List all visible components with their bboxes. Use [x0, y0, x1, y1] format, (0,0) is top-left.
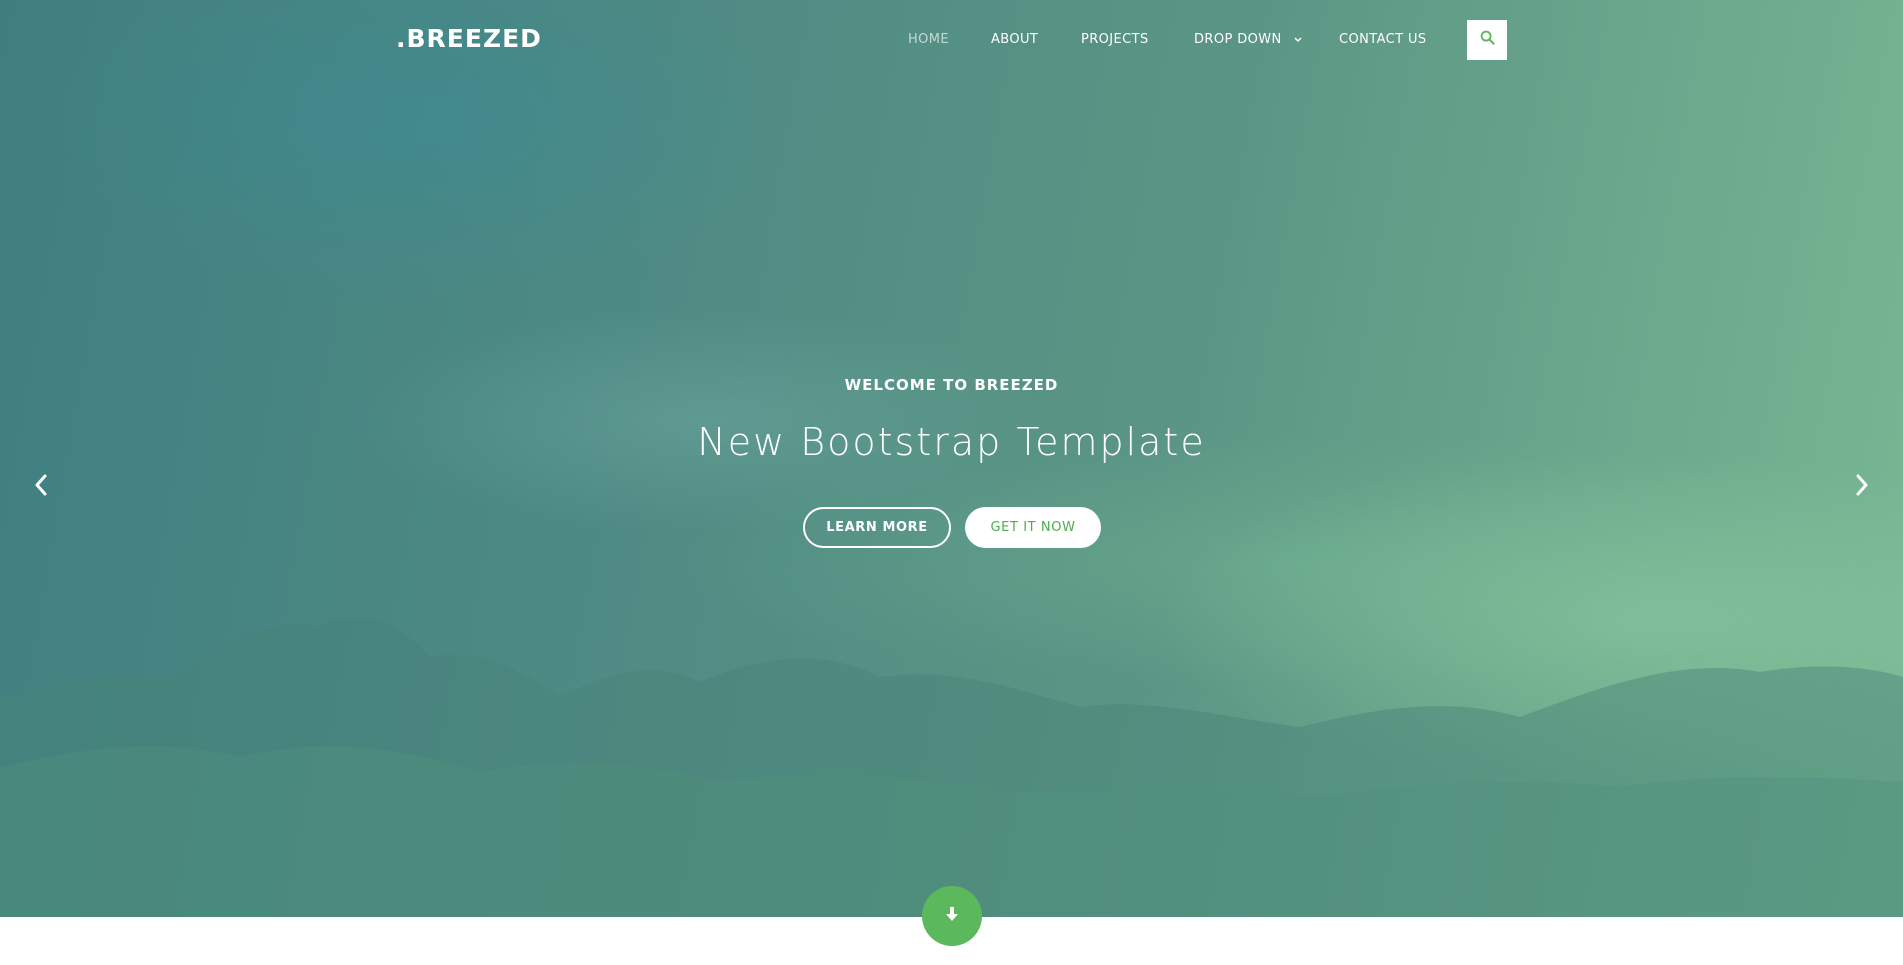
- scroll-down-button[interactable]: [922, 886, 982, 946]
- hero-eyebrow: WELCOME TO BREEZED: [844, 376, 1059, 394]
- chevron-left-icon: [34, 474, 48, 501]
- carousel-next-button[interactable]: [1847, 472, 1877, 502]
- nav-item-drop-down-label: DROP DOWN: [1194, 32, 1282, 47]
- learn-more-button[interactable]: LEARN MORE: [803, 507, 951, 548]
- nav-item-contact-us[interactable]: CONTACT US: [1339, 32, 1427, 47]
- chevron-right-icon: [1855, 474, 1869, 501]
- nav-item-drop-down[interactable]: DROP DOWN: [1194, 32, 1302, 47]
- navbar: .BREEZED HOME ABOUT PROJECTS DROP DOWN C…: [0, 0, 1903, 80]
- hero-section: .BREEZED HOME ABOUT PROJECTS DROP DOWN C…: [0, 0, 1903, 917]
- arrow-down-icon: [945, 906, 959, 927]
- nav-item-home[interactable]: HOME: [908, 32, 949, 47]
- search-button[interactable]: [1467, 20, 1507, 60]
- hero-title: New Bootstrap Template: [697, 420, 1206, 464]
- logo[interactable]: .BREEZED: [396, 24, 542, 53]
- get-it-now-button[interactable]: GET IT NOW: [965, 507, 1101, 548]
- nav-item-projects[interactable]: PROJECTS: [1081, 32, 1149, 47]
- search-icon: [1480, 30, 1495, 50]
- nav-item-about[interactable]: ABOUT: [991, 32, 1038, 47]
- chevron-down-icon: [1294, 32, 1302, 47]
- mountain-silhouette: [0, 618, 1903, 917]
- carousel-prev-button[interactable]: [26, 472, 56, 502]
